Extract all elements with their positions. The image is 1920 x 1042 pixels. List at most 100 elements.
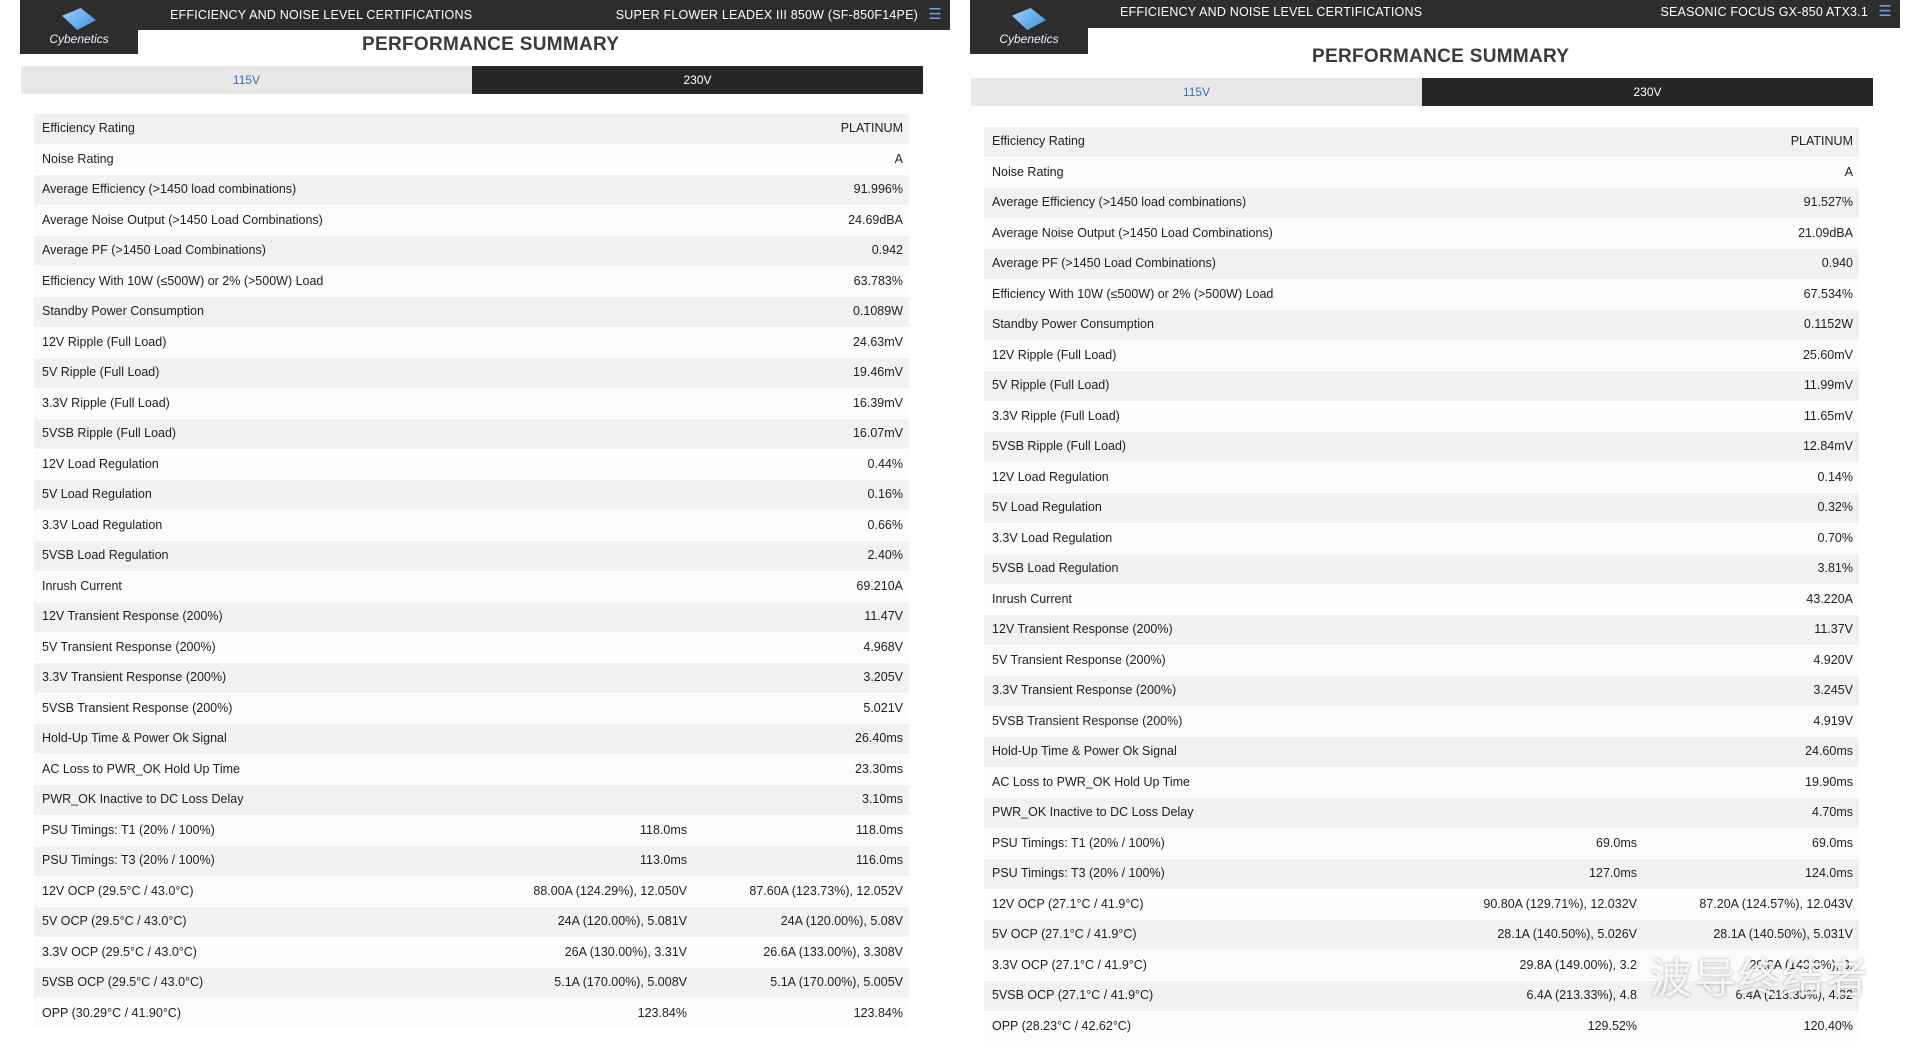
row-label: 12V Transient Response (200%) [42,602,223,632]
row-label: 12V Transient Response (200%) [992,615,1173,645]
table-row: Efficiency With 10W (≤500W) or 2% (>500W… [984,280,1859,311]
row-value-20pct: 127.0ms [1589,859,1637,889]
row-label: 5VSB Ripple (Full Load) [42,419,176,449]
table-row: OPP (28.23°C / 42.62°C)129.52%120.40% [984,1012,1859,1042]
row-value: 26.40ms [855,724,903,754]
row-value: 24A (120.00%), 5.08V [781,907,903,937]
table-row: Efficiency With 10W (≤500W) or 2% (>500W… [34,267,909,298]
table-row: 3.3V Load Regulation 0.66% [34,511,909,542]
tab-230v[interactable]: 230V [472,66,923,94]
tab-115v[interactable]: 115V [971,78,1422,106]
row-value: 12.84mV [1803,432,1853,462]
cybenetics-logo[interactable]: Cybenetics [20,0,138,54]
table-row: 5VSB OCP (29.5°C / 43.0°C)5.1A (170.00%)… [34,968,909,999]
table-row: Efficiency Rating PLATINUM [984,127,1859,158]
hamburger-menu-icon[interactable]: ☰ [928,0,942,30]
header-title: EFFICIENCY AND NOISE LEVEL CERTIFICATION… [170,0,472,30]
row-label: Average Efficiency (>1450 load combinati… [992,188,1246,218]
row-label: Average Noise Output (>1450 Load Combina… [42,206,323,236]
table-row: Efficiency RatingPLATINUM [34,114,909,145]
row-label: 12V Ripple (Full Load) [42,328,166,358]
row-label: Efficiency Rating [992,127,1085,157]
row-label: 5VSB Transient Response (200%) [992,707,1182,737]
row-value: 19.46mV [853,358,903,388]
row-value: A [1845,158,1853,188]
row-value: 4.968V [863,633,903,663]
table-row: 5V OCP (29.5°C / 43.0°C) 24A (120.00%), 5… [34,907,909,938]
row-value: 124.0ms [1805,859,1853,889]
table-row: 5V Ripple (Full Load) 19.46mV [34,358,909,389]
row-label: 3.3V OCP (29.5°C / 43.0°C) [42,938,197,968]
table-row: Average PF (>1450 Load Combinations)0.94… [34,236,909,267]
row-value-20pct: 113.0ms [640,846,687,876]
row-value: 69.210A [856,572,903,602]
row-value: 118.0ms [856,816,903,846]
row-label: Hold-Up Time & Power Ok Signal [992,737,1177,767]
row-label: 5VSB Ripple (Full Load) [992,432,1126,462]
table-row: 3.3V Ripple (Full Load)11.65mV [984,402,1859,433]
row-label: 12V Ripple (Full Load) [992,341,1116,371]
row-value: 11.37V [1814,615,1853,645]
row-label: Average PF (>1450 Load Combinations) [42,236,266,266]
row-value: 2.40% [868,541,903,571]
row-label: 3.3V Ripple (Full Load) [42,389,170,419]
hamburger-menu-icon[interactable]: ☰ [1878,0,1892,24]
row-label: Inrush Current [42,572,122,602]
row-label: 5V Load Regulation [42,480,152,510]
row-value-20pct: 29.8A (149.00%), 3.2 [1520,951,1637,981]
row-label: PSU Timings: T3 (20% / 100%) [992,859,1165,889]
tab-230v[interactable]: 230V [1422,78,1873,106]
row-label: Standby Power Consumption [992,310,1154,340]
table-row: 12V OCP (29.5°C / 43.0°C)88.00A (124.29%… [34,877,909,908]
row-value: PLATINUM [1791,127,1853,157]
row-value: 19.90ms [1805,768,1853,798]
row-label: 5V OCP (29.5°C / 43.0°C) [42,907,187,937]
row-value: 69.0ms [1812,829,1853,859]
table-row: 5VSB Ripple (Full Load) 12.84mV [984,432,1859,463]
row-label: Efficiency With 10W (≤500W) or 2% (>500W… [992,280,1273,310]
row-value: A [895,145,903,175]
row-label: 12V Load Regulation [42,450,159,480]
row-value: 0.66% [868,511,903,541]
table-row: 3.3V Ripple (Full Load)16.39mV [34,389,909,420]
table-row: 12V Load Regulation0.44% [34,450,909,481]
table-row: 5V Load Regulation0.32% [984,493,1859,524]
row-label: 5V Ripple (Full Load) [42,358,159,388]
row-label: Efficiency With 10W (≤500W) or 2% (>500W… [42,267,323,297]
table-row: Hold-Up Time & Power Ok Signal24.60ms [984,737,1859,768]
row-value: 0.70% [1818,524,1853,554]
row-label: PSU Timings: T3 (20% / 100%) [42,846,215,876]
row-value: 3.245V [1813,676,1853,706]
row-label: 3.3V Transient Response (200%) [42,663,226,693]
row-value: 0.16% [868,480,903,510]
cybenetics-logo[interactable]: Cybenetics [970,0,1088,54]
table-row: 12V OCP (27.1°C / 41.9°C)90.80A (129.71%… [984,890,1859,921]
row-value: 21.09dBA [1798,219,1853,249]
table-row: Average Efficiency (>1450 load combinati… [984,188,1859,219]
product-name: SUPER FLOWER LEADEX III 850W (SF-850F14P… [616,0,918,30]
page-title: PERFORMANCE SUMMARY [1312,46,1569,68]
table-row: 5VSB Transient Response (200%)4.919V [984,707,1859,738]
row-value: 91.996% [854,175,903,205]
row-value-20pct: 90.80A (129.71%), 12.032V [1483,890,1637,920]
table-row: Average Noise Output (>1450 Load Combina… [34,206,909,237]
row-label: PSU Timings: T1 (20% / 100%) [992,829,1165,859]
logo-text: Cybenetics [999,32,1058,46]
row-label: 3.3V Load Regulation [42,511,162,541]
row-label: 5V Load Regulation [992,493,1102,523]
row-label: PWR_OK Inactive to DC Loss Delay [42,785,243,815]
row-label: 3.3V Load Regulation [992,524,1112,554]
row-value: 16.07mV [853,419,903,449]
table-row: Noise RatingA [34,145,909,176]
logo-text: Cybenetics [49,32,108,46]
tab-115v[interactable]: 115V [21,66,472,94]
table-row: PWR_OK Inactive to DC Loss Delay 3.10ms [34,785,909,816]
table-row: 5V Load Regulation 0.16% [34,480,909,511]
right-panel: EFFICIENCY AND NOISE LEVEL CERTIFICATION… [970,0,1900,1024]
table-row: 5VSB Ripple (Full Load) 16.07mV [34,419,909,450]
table-row: 12V Transient Response (200%)11.47V [34,602,909,633]
row-value: 5.1A (170.00%), 5.005V [770,968,903,998]
table-row: 5VSB Load Regulation3.81% [984,554,1859,585]
left-panel: EFFICIENCY AND NOISE LEVEL CERTIFICATION… [20,0,950,1024]
row-value: 3.10ms [862,785,903,815]
